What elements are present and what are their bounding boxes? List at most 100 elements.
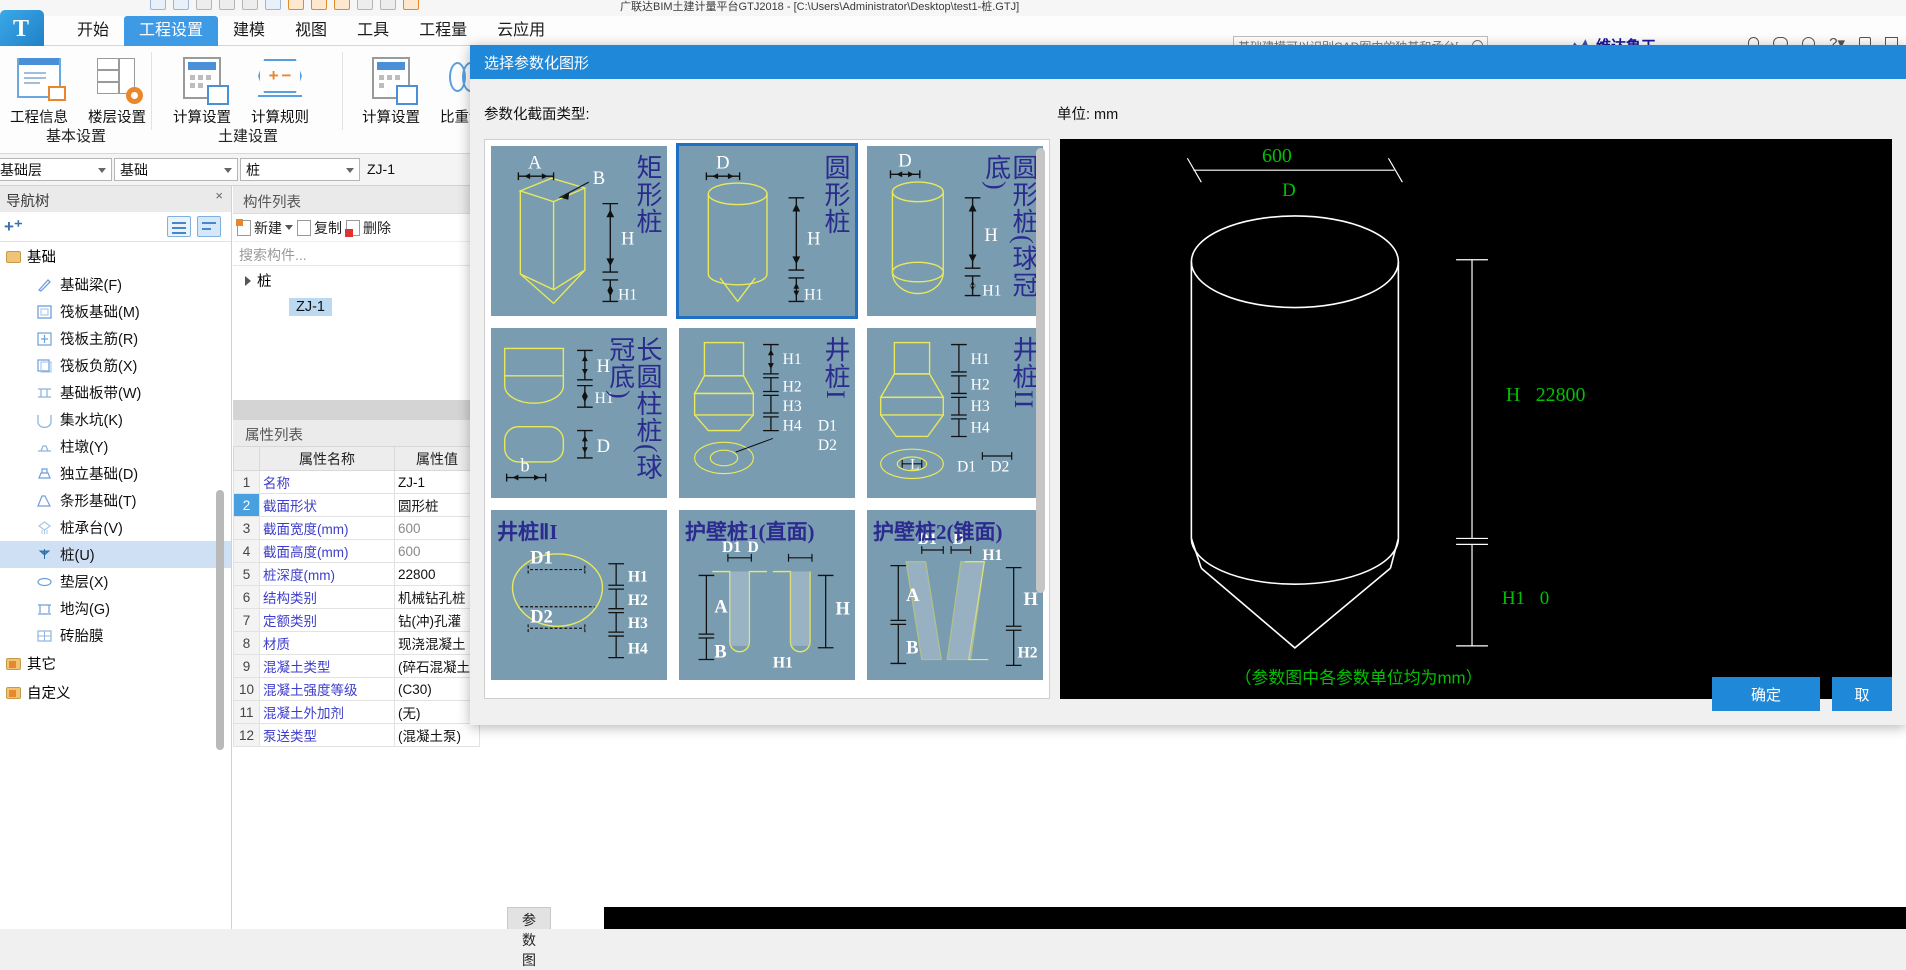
tab-parameter-diagram[interactable]: 参数图: [507, 907, 551, 968]
model-canvas[interactable]: [604, 907, 1906, 929]
floor-selector[interactable]: 基础层: [0, 158, 112, 181]
tab-cloud-apps[interactable]: 云应用: [482, 16, 560, 46]
tab-modeling[interactable]: 建模: [218, 16, 280, 46]
grid-icon[interactable]: [380, 0, 396, 10]
sidebar-item-column-pedestal[interactable]: 柱墩(Y): [0, 433, 231, 460]
ribbon-button-project-info[interactable]: 工程信息: [0, 50, 78, 127]
property-value[interactable]: 钻(冲)孔灌: [394, 608, 480, 632]
sidebar-item-sump[interactable]: 集水坑(K): [0, 406, 231, 433]
shape-preview[interactable]: 600 D H 22800 H1 0 （参数图中各参数单位均为mm）: [1060, 139, 1892, 699]
sidebar-item-foundation-strip[interactable]: 基础板带(W): [0, 379, 231, 406]
component-group-pile[interactable]: 桩: [245, 270, 480, 291]
sidebar-item-raft-main-rebar[interactable]: 筏板主筋(R): [0, 325, 231, 352]
shape-option-circular-pile-spherical-bottom[interactable]: D H H1 圆形桩(球冠底): [866, 145, 1044, 317]
property-value[interactable]: 600: [394, 516, 480, 540]
shape-option-long-cylinder-pile[interactable]: H H1 D b 长圆柱桩(球冠底): [490, 327, 668, 499]
shape-grid: A B H H1 矩形桩 D H H1 圆形桩 D H H1 圆形桩(球冠底) …: [485, 140, 1049, 686]
property-value[interactable]: ZJ-1: [394, 470, 480, 494]
property-value[interactable]: 圆形桩: [394, 493, 480, 517]
property-value[interactable]: (无): [394, 700, 480, 724]
preview-footnote: （参数图中各参数单位均为mm）: [1235, 669, 1483, 688]
ribbon-button-calc-settings-2[interactable]: 计算设置: [352, 50, 430, 127]
row-index: 7: [233, 608, 260, 632]
tab-tools[interactable]: 工具: [342, 16, 404, 46]
copy-component-button[interactable]: 复制: [297, 218, 342, 238]
sidebar-item-label: 筏板负筋(X): [60, 359, 138, 375]
property-value[interactable]: 22800: [394, 562, 480, 586]
save-icon[interactable]: [150, 0, 166, 10]
shape-option-well-pile-3[interactable]: D1 D2 H1 H2 H3 H4 井桩ⅡI: [490, 509, 668, 681]
print-icon[interactable]: [196, 0, 212, 10]
element-selector[interactable]: 桩: [240, 158, 360, 181]
row-index: 11: [233, 700, 260, 724]
link-icon[interactable]: [334, 0, 350, 10]
expand-triangle-icon[interactable]: [245, 275, 251, 286]
tab-view[interactable]: 视图: [280, 16, 342, 46]
property-value[interactable]: (碎石混凝土: [394, 654, 480, 678]
cancel-button[interactable]: 取: [1832, 677, 1892, 711]
chevron-down-icon[interactable]: [224, 168, 232, 173]
sidebar-item-pile-cap[interactable]: 桩承台(V): [0, 514, 231, 541]
shape-option-well-pile-1[interactable]: H1 H2 H3 H4 D1 D2 井桩I: [678, 327, 856, 499]
export-icon[interactable]: [311, 0, 327, 10]
undo-icon[interactable]: [219, 0, 235, 10]
property-value[interactable]: (混凝土泵): [394, 723, 480, 747]
list-view-button[interactable]: [167, 216, 191, 237]
shape-option-retaining-pile-2[interactable]: D1 D A B H H2 H1 护壁桩2(锥面): [866, 509, 1044, 681]
confirm-button[interactable]: 确定: [1712, 677, 1820, 711]
tab-project-settings[interactable]: 工程设置: [124, 16, 219, 46]
sidebar-item-isolated-footing[interactable]: 独立基础(D): [0, 460, 231, 487]
category-selector[interactable]: 基础: [114, 158, 238, 181]
sidebar-item-strip-footing[interactable]: 条形基础(T): [0, 487, 231, 514]
tree-root-foundation[interactable]: 基础: [0, 242, 231, 271]
property-value[interactable]: 现浇混凝土: [394, 631, 480, 655]
chevron-down-icon[interactable]: [346, 168, 354, 173]
chevron-down-icon[interactable]: [285, 225, 293, 230]
detail-view-button[interactable]: [197, 216, 221, 237]
sidebar-item-cushion[interactable]: 垫层(X): [0, 568, 231, 595]
properties-scrollbar[interactable]: [216, 490, 224, 750]
component-selector[interactable]: ZJ-1: [362, 158, 482, 181]
minus-icon[interactable]: [357, 0, 373, 10]
table-row: 9 混凝土类型 (碎石混凝土: [233, 654, 480, 678]
new-component-button[interactable]: 新建: [236, 218, 293, 238]
import-icon[interactable]: [288, 0, 304, 10]
delete-component-button[interactable]: 删除: [345, 218, 391, 238]
redo-icon[interactable]: [242, 0, 258, 10]
calc-icon[interactable]: [403, 0, 419, 10]
sidebar-item-brick-formwork[interactable]: 砖胎膜: [0, 622, 231, 649]
ribbon-button-calc-settings[interactable]: 计算设置: [163, 50, 241, 127]
properties-splitter[interactable]: [233, 400, 480, 420]
tree-folder-other[interactable]: 其它: [0, 649, 231, 678]
sidebar-item-trench[interactable]: 地沟(G): [0, 595, 231, 622]
tab-quantity[interactable]: 工程量: [404, 16, 482, 46]
open-icon[interactable]: [173, 0, 189, 10]
shape-grid-container[interactable]: A B H H1 矩形桩 D H H1 圆形桩 D H H1 圆形桩(球冠底) …: [484, 139, 1050, 699]
sidebar-item-foundation-beam[interactable]: 基础梁(F): [0, 271, 231, 298]
shape-option-retaining-pile-1[interactable]: D1 D A B H H1 护壁桩1(直面): [678, 509, 856, 681]
chevron-down-icon[interactable]: [98, 168, 106, 173]
shape-grid-scrollbar[interactable]: [1036, 148, 1045, 593]
tab-start[interactable]: 开始: [62, 16, 124, 46]
component-item-zj1[interactable]: ZJ-1: [289, 298, 332, 316]
table-row: 2 截面形状 圆形桩: [233, 493, 480, 517]
ribbon-button-floor-settings[interactable]: 楼层设置: [78, 50, 156, 127]
close-icon[interactable]: ×: [215, 188, 223, 203]
sidebar-item-raft-negative-rebar[interactable]: 筏板负筋(X): [0, 352, 231, 379]
ribbon-button-calc-rules[interactable]: + − 计算规则: [241, 50, 319, 127]
property-value[interactable]: 600: [394, 539, 480, 563]
component-search-input[interactable]: 搜索构件...: [233, 242, 480, 266]
shape-option-rectangular-pile[interactable]: A B H H1 矩形桩: [490, 145, 668, 317]
sidebar-item-raft-foundation[interactable]: 筏板基础(M): [0, 298, 231, 325]
add-icon[interactable]: +⁺: [4, 217, 23, 237]
application-window: 广联达BIM土建计量平台GTJ2018 - [C:\Users\Administ…: [0, 0, 1906, 968]
parametric-shape-dialog: 选择参数化图形 参数化截面类型: 单位: mm A B H H1 矩形桩 D H…: [470, 45, 1906, 725]
delete-icon: [345, 219, 360, 237]
sidebar-item-pile[interactable]: 桩(U): [0, 541, 231, 568]
property-value[interactable]: (C30): [394, 677, 480, 701]
layer-icon[interactable]: [265, 0, 281, 10]
tree-folder-custom[interactable]: 自定义: [0, 678, 231, 707]
property-value[interactable]: 机械钻孔桩: [394, 585, 480, 609]
shape-option-well-pile-2[interactable]: H1 H2 H3 H4 L D1 D2 井桩II: [866, 327, 1044, 499]
shape-option-circular-pile[interactable]: D H H1 圆形桩: [676, 143, 858, 319]
